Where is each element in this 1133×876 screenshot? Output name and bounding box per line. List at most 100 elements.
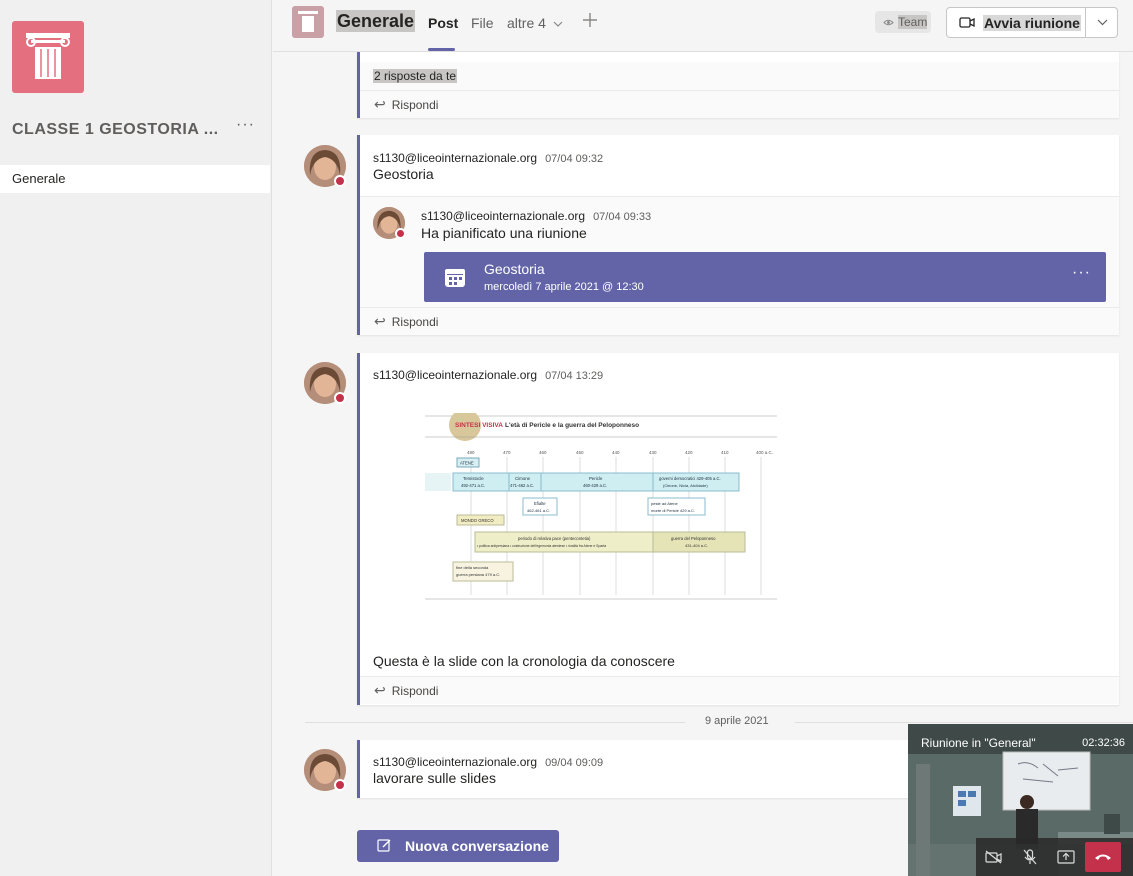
message-author[interactable]: s1130@liceointernazionale.org xyxy=(373,755,537,769)
meeting-datetime: mercoledì 7 aprile 2021 @ 12:30 xyxy=(484,281,644,293)
message-timestamp: 07/04 13:29 xyxy=(545,370,604,382)
add-tab-icon[interactable] xyxy=(582,8,598,34)
message-thread: s1130@liceointernazionale.org 07/04 09:32… xyxy=(357,135,1119,335)
pericle-years: 460-429 a.C. xyxy=(583,483,607,488)
meeting-card[interactable]: Geostoria mercoledì 7 aprile 2021 @ 12:3… xyxy=(424,252,1106,302)
video-camera-icon xyxy=(959,17,975,28)
mic-off-icon[interactable] xyxy=(1015,842,1045,872)
message-text: lavorare sulle slides xyxy=(373,770,496,786)
meeting-options-dropdown[interactable] xyxy=(1085,8,1118,37)
camera-off-icon[interactable] xyxy=(979,842,1009,872)
cimone-label: Cimone xyxy=(515,476,531,481)
active-tab-indicator xyxy=(428,48,455,51)
meeting-more-icon[interactable]: ··· xyxy=(1072,264,1091,282)
message-thread: 2 risposte da te ↩ Rispondi xyxy=(357,52,1119,118)
slide-image[interactable]: SINTESI VISIVA L'età di Pericle e la gue… xyxy=(423,409,779,603)
team-name: CLASSE 1 GEOSTORIA ... xyxy=(12,121,219,138)
status-badge xyxy=(334,392,346,404)
temistocle-label: Temistocle xyxy=(463,476,484,481)
share-screen-icon[interactable] xyxy=(1051,842,1081,872)
year-tick: 460 xyxy=(539,450,547,455)
message-author[interactable]: s1130@liceointernazionale.org xyxy=(373,151,537,165)
replies-count-link[interactable]: 2 risposte da te xyxy=(373,69,458,83)
meeting-title: Geostoria xyxy=(484,261,545,277)
new-conversation-label: Nuova conversazione xyxy=(405,838,549,854)
fine-label: fine della seconda xyxy=(456,565,489,570)
year-tick: 440 xyxy=(612,450,620,455)
fine-label-2: guerra persiana 479 a.C. xyxy=(456,572,500,577)
temistocle-years: 492-471 a.C. xyxy=(461,483,485,488)
channel-title: Generale xyxy=(336,10,416,32)
start-meeting-button[interactable]: Avvia riunione xyxy=(946,7,1118,38)
message-text: Questa è la slide con la cronologia da c… xyxy=(373,653,675,669)
reply-label: Rispondi xyxy=(391,315,439,329)
tab-more[interactable]: altre 4 xyxy=(507,15,563,31)
left-panel: CLASSE 1 GEOSTORIA ... ··· Generale xyxy=(0,0,272,876)
date-separator-label: 9 aprile 2021 xyxy=(705,715,769,727)
pace-sub: • politica antipersiana • costruzione de… xyxy=(477,544,606,548)
efialte-label: Efialte xyxy=(534,501,546,506)
channel-header: Generale Post File altre 4 Team Avvia ri… xyxy=(273,0,1133,52)
pace-label: periodo di relativa pace (pentecontetia) xyxy=(518,536,591,541)
message-text: Ha pianificato una riunione xyxy=(421,225,587,241)
message-thread: s1130@liceointernazionale.org 07/04 13:29… xyxy=(357,353,1119,705)
tab-file[interactable]: File xyxy=(471,15,494,31)
calendar-icon xyxy=(445,269,465,287)
reply-arrow-icon: ↩ xyxy=(374,682,386,698)
meeting-video-overlay[interactable]: Riunione in "General" 02:32:36 xyxy=(908,724,1133,876)
team-avatar-column-icon[interactable] xyxy=(12,21,84,93)
year-tick: 480 xyxy=(467,450,475,455)
message-author[interactable]: s1130@liceointernazionale.org xyxy=(421,209,585,223)
message-author[interactable]: s1130@liceointernazionale.org xyxy=(373,368,537,382)
tab-more-label: altre 4 xyxy=(507,15,546,31)
guerra-label: guerra del Peloponneso xyxy=(671,536,716,541)
governi-sub: (Cleone, Nicia, Alcibiade) xyxy=(663,483,708,488)
meeting-controls xyxy=(976,838,1133,876)
team-more-options-icon[interactable]: ··· xyxy=(236,116,255,134)
efialte-years: 462-461 a.C. xyxy=(527,508,550,513)
reply-button[interactable]: ↩ Rispondi xyxy=(360,676,1119,704)
message-timestamp: 09/04 09:09 xyxy=(545,757,604,769)
chevron-down-icon xyxy=(1097,19,1107,26)
meeting-title: Riunione in "General" xyxy=(921,736,1036,750)
status-badge xyxy=(395,228,406,239)
year-tick: 420 xyxy=(685,450,693,455)
chevron-down-icon xyxy=(553,21,563,27)
team-visibility-button[interactable]: Team xyxy=(875,11,932,33)
governi-label: governi democratici 429-405 a.C. xyxy=(659,476,721,481)
message-text: Geostoria xyxy=(373,166,434,182)
atene-label: ATENE xyxy=(460,461,474,466)
reply-arrow-icon: ↩ xyxy=(374,96,386,112)
end-call-icon[interactable] xyxy=(1085,842,1121,872)
status-badge xyxy=(334,779,346,791)
team-label: Team xyxy=(898,15,928,29)
slide-heading: L'età di Pericle e la guerra del Pelopon… xyxy=(505,422,639,429)
message-thread: s1130@liceointernazionale.org 09/04 09:09… xyxy=(357,740,917,798)
reply-button[interactable]: ↩ Rispondi xyxy=(360,307,1119,335)
channel-team-icon xyxy=(292,6,324,38)
peste-label: peste ad Atene xyxy=(651,501,678,506)
start-meeting-label: Avvia riunione xyxy=(983,15,1081,31)
reply-button[interactable]: ↩ Rispondi xyxy=(360,90,1119,118)
sidebar-item-generale[interactable]: Generale xyxy=(0,165,270,193)
guerra-years: 431-404 a.C. xyxy=(685,543,708,548)
year-tick: 430 xyxy=(649,450,657,455)
mondo-greco-label: MONDO GRECO xyxy=(461,518,494,523)
year-tick: 410 xyxy=(721,450,729,455)
reply-label: Rispondi xyxy=(391,98,439,112)
year-tick: 450 xyxy=(576,450,584,455)
reply-message: s1130@liceointernazionale.org 07/04 09:33… xyxy=(360,196,1119,309)
status-badge xyxy=(334,175,346,187)
reply-label: Rispondi xyxy=(391,684,439,698)
cimone-years: 471-462 a.C. xyxy=(510,483,534,488)
meeting-timer: 02:32:36 xyxy=(1082,737,1125,749)
message-timestamp: 07/04 09:33 xyxy=(593,211,652,223)
pericle-label: Pericle xyxy=(589,476,603,481)
compose-icon xyxy=(377,839,391,852)
new-conversation-button[interactable]: Nuova conversazione xyxy=(357,830,559,862)
tab-post[interactable]: Post xyxy=(428,15,458,31)
eye-icon xyxy=(883,19,894,26)
slide-heading-tag: SINTESI VISIVA xyxy=(455,422,503,429)
year-tick: 400 a.C. xyxy=(756,450,773,455)
reply-arrow-icon: ↩ xyxy=(374,313,386,329)
